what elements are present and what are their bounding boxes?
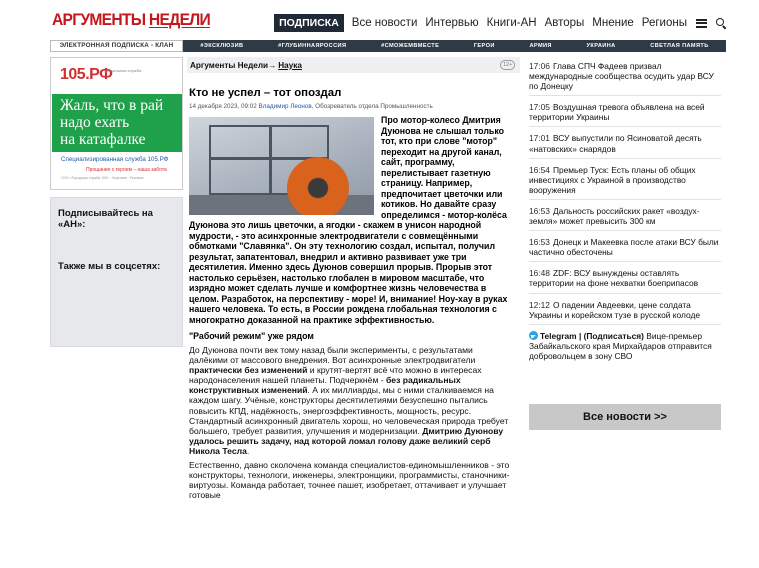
telegram-icon (529, 330, 538, 340)
social-heading: Также мы в соцсетях: (58, 261, 161, 272)
news-time: 17:01 (529, 133, 550, 144)
news-item[interactable]: 16:48 ZDF: ВСУ вынуждены оставлять террит… (529, 268, 721, 294)
menu-icon[interactable] (696, 18, 707, 28)
news-item[interactable]: 17:01 ВСУ выпустили по Ясиноватой десять … (529, 133, 721, 159)
motor-wheel-image (287, 157, 349, 215)
sub-bar: ЭЛЕКТРОННАЯ ПОДПИСКА - КЛАН #ЭКСКЛЮЗИВ #… (50, 40, 726, 52)
search-icon[interactable] (716, 18, 726, 28)
ad-headline-line-2: надо ехать (60, 114, 130, 131)
p1-part-b: практически без изменений (189, 365, 308, 376)
tag-exclusive[interactable]: #ЭКСКЛЮЗИВ (200, 43, 243, 49)
ad-service-name: Специализированная служба 105.РФ (61, 156, 169, 163)
logo-part-2: НЕДЕЛИ (148, 10, 211, 29)
article-paragraph-1: До Дуюнова почти век тому назад были экс… (189, 345, 514, 456)
article-subheading: "Рабочий режим" уже рядом (189, 331, 314, 341)
nav-opinion[interactable]: Мнение (592, 17, 634, 29)
article-author-role: Обозреватель отдела Промышленность (313, 103, 433, 110)
news-item[interactable]: 17:06 Глава СПЧ Фадеев призвал международ… (529, 61, 721, 97)
tag-bar: #ЭКСКЛЮЗИВ #ГЛУБИННАЯРОССИЯ #СМОЖЕМВМЕСТ… (183, 40, 726, 52)
tag-memory[interactable]: СВЕТЛАЯ ПАМЯТЬ (650, 43, 708, 49)
social-box: Подписывайтесь на «АН»: Также мы в соцсе… (50, 197, 183, 347)
all-news-button[interactable]: Все новости >> (529, 404, 721, 430)
tag-deep-russia[interactable]: #ГЛУБИННАЯРОССИЯ (278, 43, 346, 49)
sidebar-advertisement[interactable]: 105.РФ ритуальная служба Жаль, что в рай… (50, 57, 183, 190)
article-photo (189, 117, 374, 215)
page: АРГУМЕНТЫ НЕДЕЛИ ПОДПИСКА Все новости Ин… (0, 0, 759, 568)
breadcrumb-section[interactable]: Наука (278, 61, 302, 70)
news-time: 16:54 (529, 164, 550, 175)
site-header: АРГУМЕНТЫ НЕДЕЛИ ПОДПИСКА Все новости Ин… (50, 8, 726, 38)
news-text: Дальность российских ракет «воздух-земля… (529, 205, 700, 227)
logo-part-1: АРГУМЕНТЫ (52, 10, 149, 29)
nav-interviews[interactable]: Интервью (425, 17, 478, 29)
p1-part-g: . (246, 445, 250, 456)
article-lead: Про мотор-колесо Дмитрия Дуюнова не слыш… (189, 115, 514, 325)
article-date: 14 декабря 2023, 09:02 (189, 103, 257, 110)
news-text: ZDF: ВСУ вынуждены оставлять территории … (529, 268, 699, 289)
ad-headline-line-1: Жаль, что в рай (60, 97, 164, 114)
news-time: 16:53 (529, 205, 550, 216)
ad-logo-subtitle: ритуальная служба (105, 68, 142, 73)
news-item[interactable]: 16:54 Премьер Туск: Есть планы об общих и… (529, 165, 721, 200)
tag-together[interactable]: #СМОЖЕМВМЕСТЕ (381, 43, 439, 49)
subscribe-heading: Подписывайтесь на «АН»: (58, 208, 153, 230)
top-nav: ПОДПИСКА Все новости Интервью Книги-АН А… (274, 14, 726, 32)
clan-subscription-link[interactable]: ЭЛЕКТРОННАЯ ПОДПИСКА - КЛАН (50, 40, 183, 52)
news-text: О падении Авдеевки, цене солдата Украины… (529, 299, 700, 320)
news-item[interactable]: 16:53 Дальность российских ракет «воздух-… (529, 205, 721, 232)
news-text: Донецк и Макеевка после атаки ВСУ были ч… (529, 237, 719, 258)
article-author[interactable]: Владимир Леонов, (259, 103, 314, 110)
news-text: Глава СПЧ Фадеев призвал международные с… (529, 61, 714, 92)
ad-slogan: Прощание с героем – наша забота (86, 167, 167, 173)
telegram-news-item[interactable]: Telegram | (Подписаться) Вице-премьер За… (529, 330, 721, 365)
article-meta: 14 декабря 2023, 09:02 Владимир Леонов, … (189, 103, 520, 110)
article-paragraph-2: Естественно, давно сколочена команда спе… (189, 460, 510, 501)
news-item[interactable]: 17:05 Воздушная тревога объявлена на всей… (529, 102, 721, 128)
news-text: ВСУ выпустили по Ясиноватой десять «нато… (529, 133, 702, 154)
site-logo[interactable]: АРГУМЕНТЫ НЕДЕЛИ (52, 10, 211, 30)
news-time: 17:06 (529, 61, 550, 71)
nav-regions[interactable]: Регионы (642, 17, 687, 29)
article: Аргументы Недели → Наука 12+ Кто не успе… (187, 57, 520, 568)
news-time: 16:48 (529, 268, 550, 279)
nav-all-news[interactable]: Все новости (352, 17, 418, 29)
news-item[interactable]: 12:12 О падении Авдеевки, цене солдата Ук… (529, 300, 721, 325)
ad-disclaimer: ООО «Городская служба 105» · Лицензия · … (61, 176, 144, 180)
p1-part-a: До Дуюнова почти век тому назад были экс… (189, 345, 476, 366)
breadcrumb: Аргументы Недели → Наука 12+ (187, 57, 520, 73)
news-time: 17:05 (529, 102, 550, 113)
news-text: Воздушная тревога объявлена на всей терр… (529, 102, 705, 123)
news-feed: 17:06 Глава СПЧ Фадеев призвал международ… (529, 61, 721, 371)
article-title: Кто не успел – тот опоздал (189, 87, 342, 99)
news-time: 12:12 (529, 299, 550, 310)
tag-ukraine[interactable]: УКРАИНА (587, 43, 616, 49)
ad-headline-line-3: на катафалке (60, 131, 146, 148)
nav-books[interactable]: Книги-АН (487, 17, 537, 29)
telegram-title[interactable]: Telegram | (Подписаться) (540, 331, 644, 341)
nav-authors[interactable]: Авторы (545, 17, 585, 29)
subscribe-button[interactable]: ПОДПИСКА (274, 14, 344, 32)
news-text: Премьер Туск: Есть планы об общих инвест… (529, 164, 696, 195)
news-item[interactable]: 16:53 Донецк и Макеевка после атаки ВСУ б… (529, 237, 721, 263)
breadcrumb-root[interactable]: Аргументы Недели (190, 61, 268, 70)
tag-army[interactable]: АРМИЯ (529, 43, 551, 49)
breadcrumb-separator: → (268, 60, 277, 70)
age-rating-badge: 12+ (500, 60, 515, 70)
tag-heroes[interactable]: ГЕРОИ (474, 43, 495, 49)
ad-banner-text: Жаль, что в рай надо ехать на катафалке (52, 94, 182, 152)
news-time: 16:53 (529, 237, 550, 248)
